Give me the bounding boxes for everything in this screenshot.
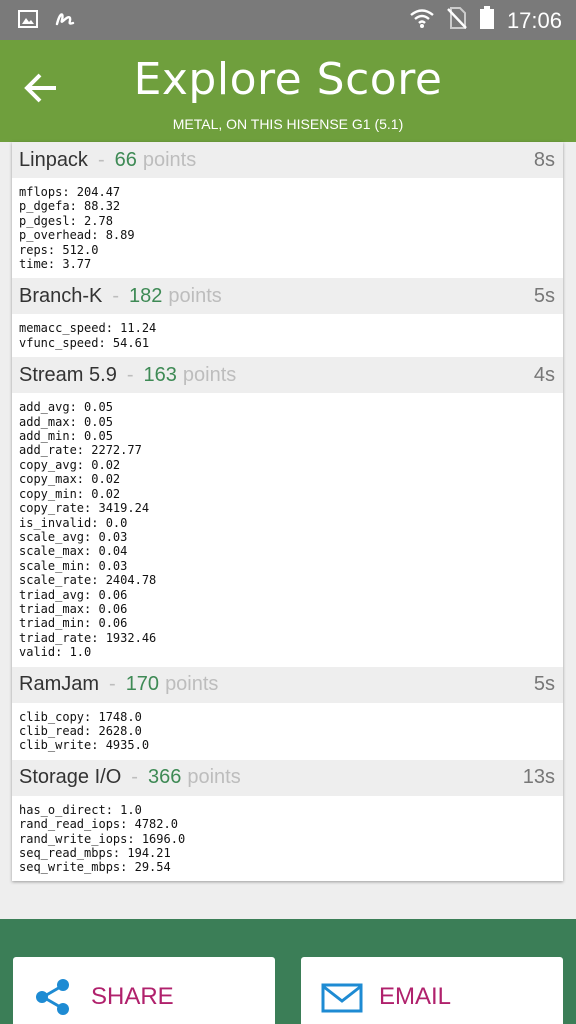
section-header: Stream 5.9-163 points 4s [12,357,563,394]
benchmark-score: 170 [125,673,160,696]
page-title: Explore Score [133,54,443,105]
metric-line: reps: 512.0 [19,242,99,257]
metric-line: triad_max: 0.06 [19,601,128,616]
metric-line: add_rate: 2272.77 [19,443,142,458]
metric-line: clib_read: 2628.0 [19,723,142,738]
page-subtitle: METAL, ON THIS HISENSE G1 (5.1) [172,116,404,132]
metric-line: copy_min: 0.02 [19,486,121,501]
metric-line: triad_avg: 0.06 [19,587,128,602]
benchmark-score: 66 [114,148,137,171]
metric-line: is_invalid: 0.0 [19,515,128,530]
metric-line: scale_rate: 2404.78 [19,573,157,588]
metrics-list: add_avg: 0.05 add_max: 0.05 add_min: 0.05 a… [12,393,563,666]
metric-line: triad_rate: 1932.46 [19,630,157,645]
metric-line: p_overhead: 8.89 [19,228,135,243]
share-button[interactable]: SHARE [13,957,275,1024]
results-card: Linpack -66 points 8s mflops: 204.47 p_dgefa:… [12,142,563,881]
metric-line: rand_write_iops: 1696.0 [19,831,186,846]
status-time: 17:06 [506,7,562,33]
benchmark-name: Linpack [19,148,88,171]
section-title-group: RamJam -170 points [19,673,218,696]
no-sim-icon [447,6,467,35]
metric-line: memacc_speed: 11.24 [19,321,157,336]
benchmark-name: Branch-K [19,284,103,307]
metric-line: p_dgesl: 2.78 [19,213,113,228]
metric-line: p_dgefa: 88.32 [19,199,121,214]
metric-line: add_avg: 0.05 [19,400,113,415]
metric-line: scale_max: 0.04 [19,544,128,559]
metric-line: rand_read_iops: 4782.0 [19,817,178,832]
app-header: Explore Score METAL, ON THIS HISENSE G1 … [0,40,576,142]
benchmark-duration: 4s [533,363,555,386]
benchmark-name: Stream 5.9 [19,363,117,386]
section-header: Storage I/O -366 points 13s [12,759,563,796]
metric-line: clib_copy: 1748.0 [19,709,142,724]
metrics-list: mflops: 204.47 p_dgefa: 88.32 p_dgesl: 2.7… [12,178,563,278]
metric-line: clib_write: 4935.0 [19,738,150,753]
separator: - [97,148,105,171]
metric-line: valid: 1.0 [19,645,92,660]
metric-line: copy_rate: 3419.24 [19,501,150,516]
metric-line: vfunc_speed: 54.61 [19,335,150,350]
email-button[interactable]: EMAIL [301,957,563,1024]
separator: - [109,673,116,696]
benchmark-duration: 5s [533,673,555,696]
section-header: Branch-K -182 points 5s [12,278,563,315]
battery-icon [479,6,495,35]
email-icon [321,977,363,1017]
benchmark-score: 182 [129,284,163,307]
metrics-list: memacc_speed: 11.24 vfunc_speed: 54.61 [12,314,563,357]
separator: - [112,284,120,307]
metric-line: has_o_direct: 1.0 [19,802,142,817]
metric-line: time: 3.77 [19,257,92,272]
benchmark-duration: 8s [533,148,555,171]
metric-line: seq_read_mbps: 194.21 [19,846,171,860]
metrics-list: clib_copy: 1748.0 clib_read: 2628.0 clib_w… [12,703,563,760]
score-unit: points [165,673,219,696]
metric-line: scale_avg: 0.03 [19,529,128,544]
email-button-label: EMAIL [379,983,452,1010]
metric-line: seq_write_mbps: 29.54 [19,860,171,875]
metric-line: triad_min: 0.06 [19,616,128,631]
section-title-group: Linpack -66 points [19,149,196,172]
signature-notification-icon [54,8,76,35]
section-title-group: Branch-K -182 points [19,285,222,308]
image-notification-icon [18,9,38,34]
metrics-list: has_o_direct: 1.0 rand_read_iops: 4782.0 r… [12,796,563,881]
separator: - [126,363,134,386]
section-header: Linpack -66 points 8s [12,142,563,178]
share-icon [33,977,73,1017]
score-unit: points [142,148,197,171]
metric-line: scale_min: 0.03 [19,558,128,573]
benchmark-score: 163 [143,363,177,386]
metric-line: copy_avg: 0.02 [19,457,121,472]
benchmark-name: Storage I/O [19,766,122,789]
metric-line: copy_max: 0.02 [19,472,121,487]
benchmark-name: RamJam [19,673,100,696]
metric-line: add_min: 0.05 [19,429,113,444]
wifi-icon [409,7,435,34]
section-title-group: Storage I/O -366 points [19,766,241,789]
action-footer: SHARE EMAIL [0,919,576,1024]
benchmark-score: 366 [147,766,182,789]
metric-line: add_max: 0.05 [19,414,113,429]
section-title-group: Stream 5.9-163 points [19,364,236,387]
score-unit: points [182,363,237,386]
share-button-label: SHARE [91,983,174,1010]
status-bar: 17:06 [0,0,576,40]
metric-line: mflops: 204.47 [19,185,121,199]
separator: - [131,766,138,789]
score-unit: points [168,284,222,307]
section-header: RamJam -170 points 5s [12,666,563,703]
benchmark-duration: 5s [533,284,555,307]
benchmark-duration: 13s [522,766,555,789]
score-unit: points [187,766,241,789]
